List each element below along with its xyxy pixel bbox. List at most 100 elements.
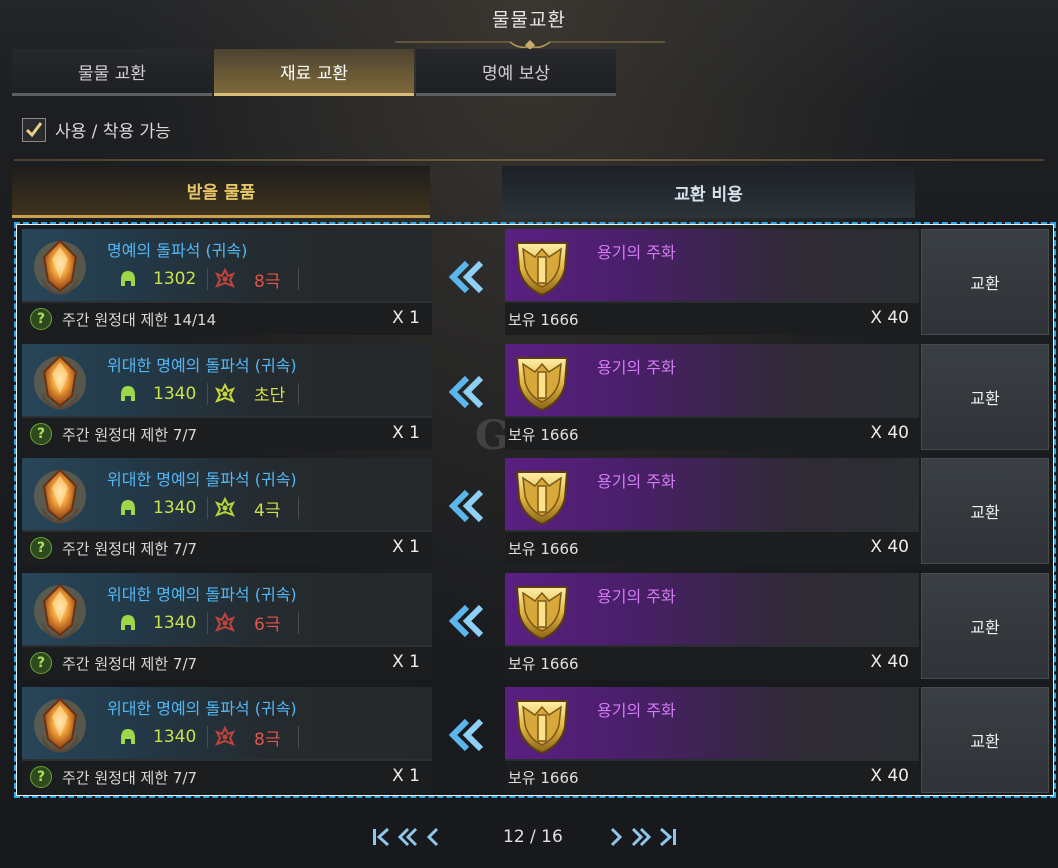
double-chevron-left-icon [448,260,484,294]
exchange-button[interactable]: 교환 [921,572,1049,679]
helmet-icon [121,729,135,745]
cost-quantity: X 40 [870,651,909,672]
checkmark-icon [25,121,43,137]
receive-item-card: 위대한 명예의 돌파석 (귀속) 1340 초단 ? 주간 원정대 제한 7/7… [22,343,432,450]
helmet-icon [121,385,135,401]
courage-coin-icon [515,700,569,755]
item-name: 명예의 돌파석 (귀속) [107,241,248,260]
receive-quantity: X 1 [392,422,420,443]
grade-icon [214,268,236,288]
receive-quantity: X 1 [392,651,420,672]
page-indicator: 12 / 16 [503,827,563,847]
cost-column-header: 교환 비용 [502,166,915,218]
next-page-icon[interactable] [605,826,627,848]
cost-quantity: X 40 [870,422,909,443]
help-icon[interactable]: ? [30,422,52,445]
cost-quantity: X 40 [870,766,909,787]
tab-material-exchange[interactable]: 재료 교환 [214,49,414,96]
first-page-icon[interactable] [370,826,392,848]
owned-amount: 보유 1666 [508,769,579,788]
cost-item-card: 용기의 주화 보유 1666 X 40 [505,229,919,335]
weekly-limit: 주간 원정대 제한 7/7 [62,769,198,788]
item-level-requirement: 1302 [153,269,197,289]
breakthrough-stone-icon [34,354,86,410]
receive-item-card: 위대한 명예의 돌파석 (귀속) 1340 6극 ? 주간 원정대 제한 7/7… [22,572,432,679]
pagination: 12 / 16 [370,822,683,852]
exchange-button[interactable]: 교환 [921,229,1049,335]
help-icon[interactable]: ? [30,308,52,330]
double-chevron-left-icon [448,490,484,523]
breakthrough-stone-icon [34,239,86,295]
item-stat-row: 1340 6극 [117,611,299,635]
item-level-requirement: 1340 [153,612,197,633]
exchange-button[interactable]: 교환 [921,343,1049,450]
breakthrough-stone-icon [34,468,86,524]
helmet-icon [121,271,135,286]
cost-quantity: X 40 [870,308,909,328]
fast-forward-icon[interactable] [631,826,653,848]
exchange-row: 위대한 명예의 돌파석 (귀속) 1340 초단 ? 주간 원정대 제한 7/7… [17,340,1053,453]
cost-item-card: 용기의 주화 보유 1666 X 40 [505,343,919,450]
breakthrough-stone-icon [34,583,86,639]
helmet-icon [121,614,135,630]
divider [14,159,1044,161]
weekly-limit: 주간 원정대 제한 7/7 [62,654,198,673]
owned-amount: 보유 1666 [508,311,579,329]
exchange-row: 위대한 명예의 돌파석 (귀속) 1340 8극 ? 주간 원정대 제한 7/7… [17,683,1053,796]
cost-quantity: X 40 [870,537,909,558]
item-name: 위대한 명예의 돌파석 (귀속) [107,699,297,719]
receive-item-card: 위대한 명예의 돌파석 (귀속) 1340 4극 ? 주간 원정대 제한 7/7… [22,458,432,565]
grade-icon [214,497,236,518]
exchange-list: 명예의 돌파석 (귀속) 1302 8극 ? 주간 원정대 제한 14/14 X… [14,222,1056,798]
weekly-limit: 주간 원정대 제한 7/7 [62,540,198,559]
tab-honor-reward[interactable]: 명예 보상 [416,49,616,96]
grade-icon [214,382,236,403]
help-icon[interactable]: ? [30,766,52,789]
receive-column-header: 받을 물품 [12,166,430,218]
cost-item-name: 용기의 주화 [597,701,676,721]
tab-barter[interactable]: 물물 교환 [12,49,212,96]
previous-page-icon[interactable] [422,826,444,848]
receive-item-card: 위대한 명예의 돌파석 (귀속) 1340 8극 ? 주간 원정대 제한 7/7… [22,687,432,794]
receive-item-card: 명예의 돌파석 (귀속) 1302 8극 ? 주간 원정대 제한 14/14 X… [22,229,432,335]
item-name: 위대한 명예의 돌파석 (귀속) [107,470,297,490]
exchange-button[interactable]: 교환 [921,687,1049,794]
help-icon[interactable]: ? [30,537,52,560]
double-chevron-left-icon [448,375,484,408]
weekly-limit: 주간 원정대 제한 7/7 [62,425,198,444]
exchange-button[interactable]: 교환 [921,458,1049,565]
courage-coin-icon [515,242,569,297]
fast-backward-icon[interactable] [396,826,418,848]
usable-checkbox[interactable] [22,117,46,142]
item-level-requirement: 1340 [153,727,197,748]
item-name: 위대한 명예의 돌파석 (귀속) [107,584,297,604]
item-stat-row: 1340 8극 [117,725,299,750]
exchange-row: 위대한 명예의 돌파석 (귀속) 1340 6극 ? 주간 원정대 제한 7/7… [17,569,1053,682]
usable-filter: 사용 / 착용 가능 [22,117,171,142]
last-page-icon[interactable] [657,826,679,848]
item-name: 위대한 명예의 돌파석 (귀속) [107,355,297,375]
courage-coin-icon [515,471,569,526]
breakthrough-stone-icon [34,697,86,753]
grade-icon [214,611,236,632]
double-chevron-left-icon [448,719,484,752]
item-stat-row: 1302 8극 [117,267,299,292]
cost-item-card: 용기의 주화 보유 1666 X 40 [505,572,919,679]
item-level-requirement: 1340 [153,383,197,404]
owned-amount: 보유 1666 [508,654,579,673]
item-grade: 초단 [254,386,286,407]
cost-item-name: 용기의 주화 [597,243,676,262]
item-stat-row: 1340 4극 [117,496,299,521]
double-chevron-left-icon [448,604,484,637]
help-icon[interactable]: ? [30,651,52,674]
exchange-row: 명예의 돌파석 (귀속) 1302 8극 ? 주간 원정대 제한 14/14 X… [17,225,1053,338]
weekly-limit: 주간 원정대 제한 14/14 [62,311,217,329]
cost-item-name: 용기의 주화 [597,357,676,377]
item-grade: 8극 [254,729,281,750]
helmet-icon [121,500,135,516]
courage-coin-icon [515,585,569,640]
item-grade: 6극 [254,615,281,636]
item-level-requirement: 1340 [153,498,197,519]
item-grade: 8극 [254,271,281,292]
cost-item-card: 용기의 주화 보유 1666 X 40 [505,687,919,794]
